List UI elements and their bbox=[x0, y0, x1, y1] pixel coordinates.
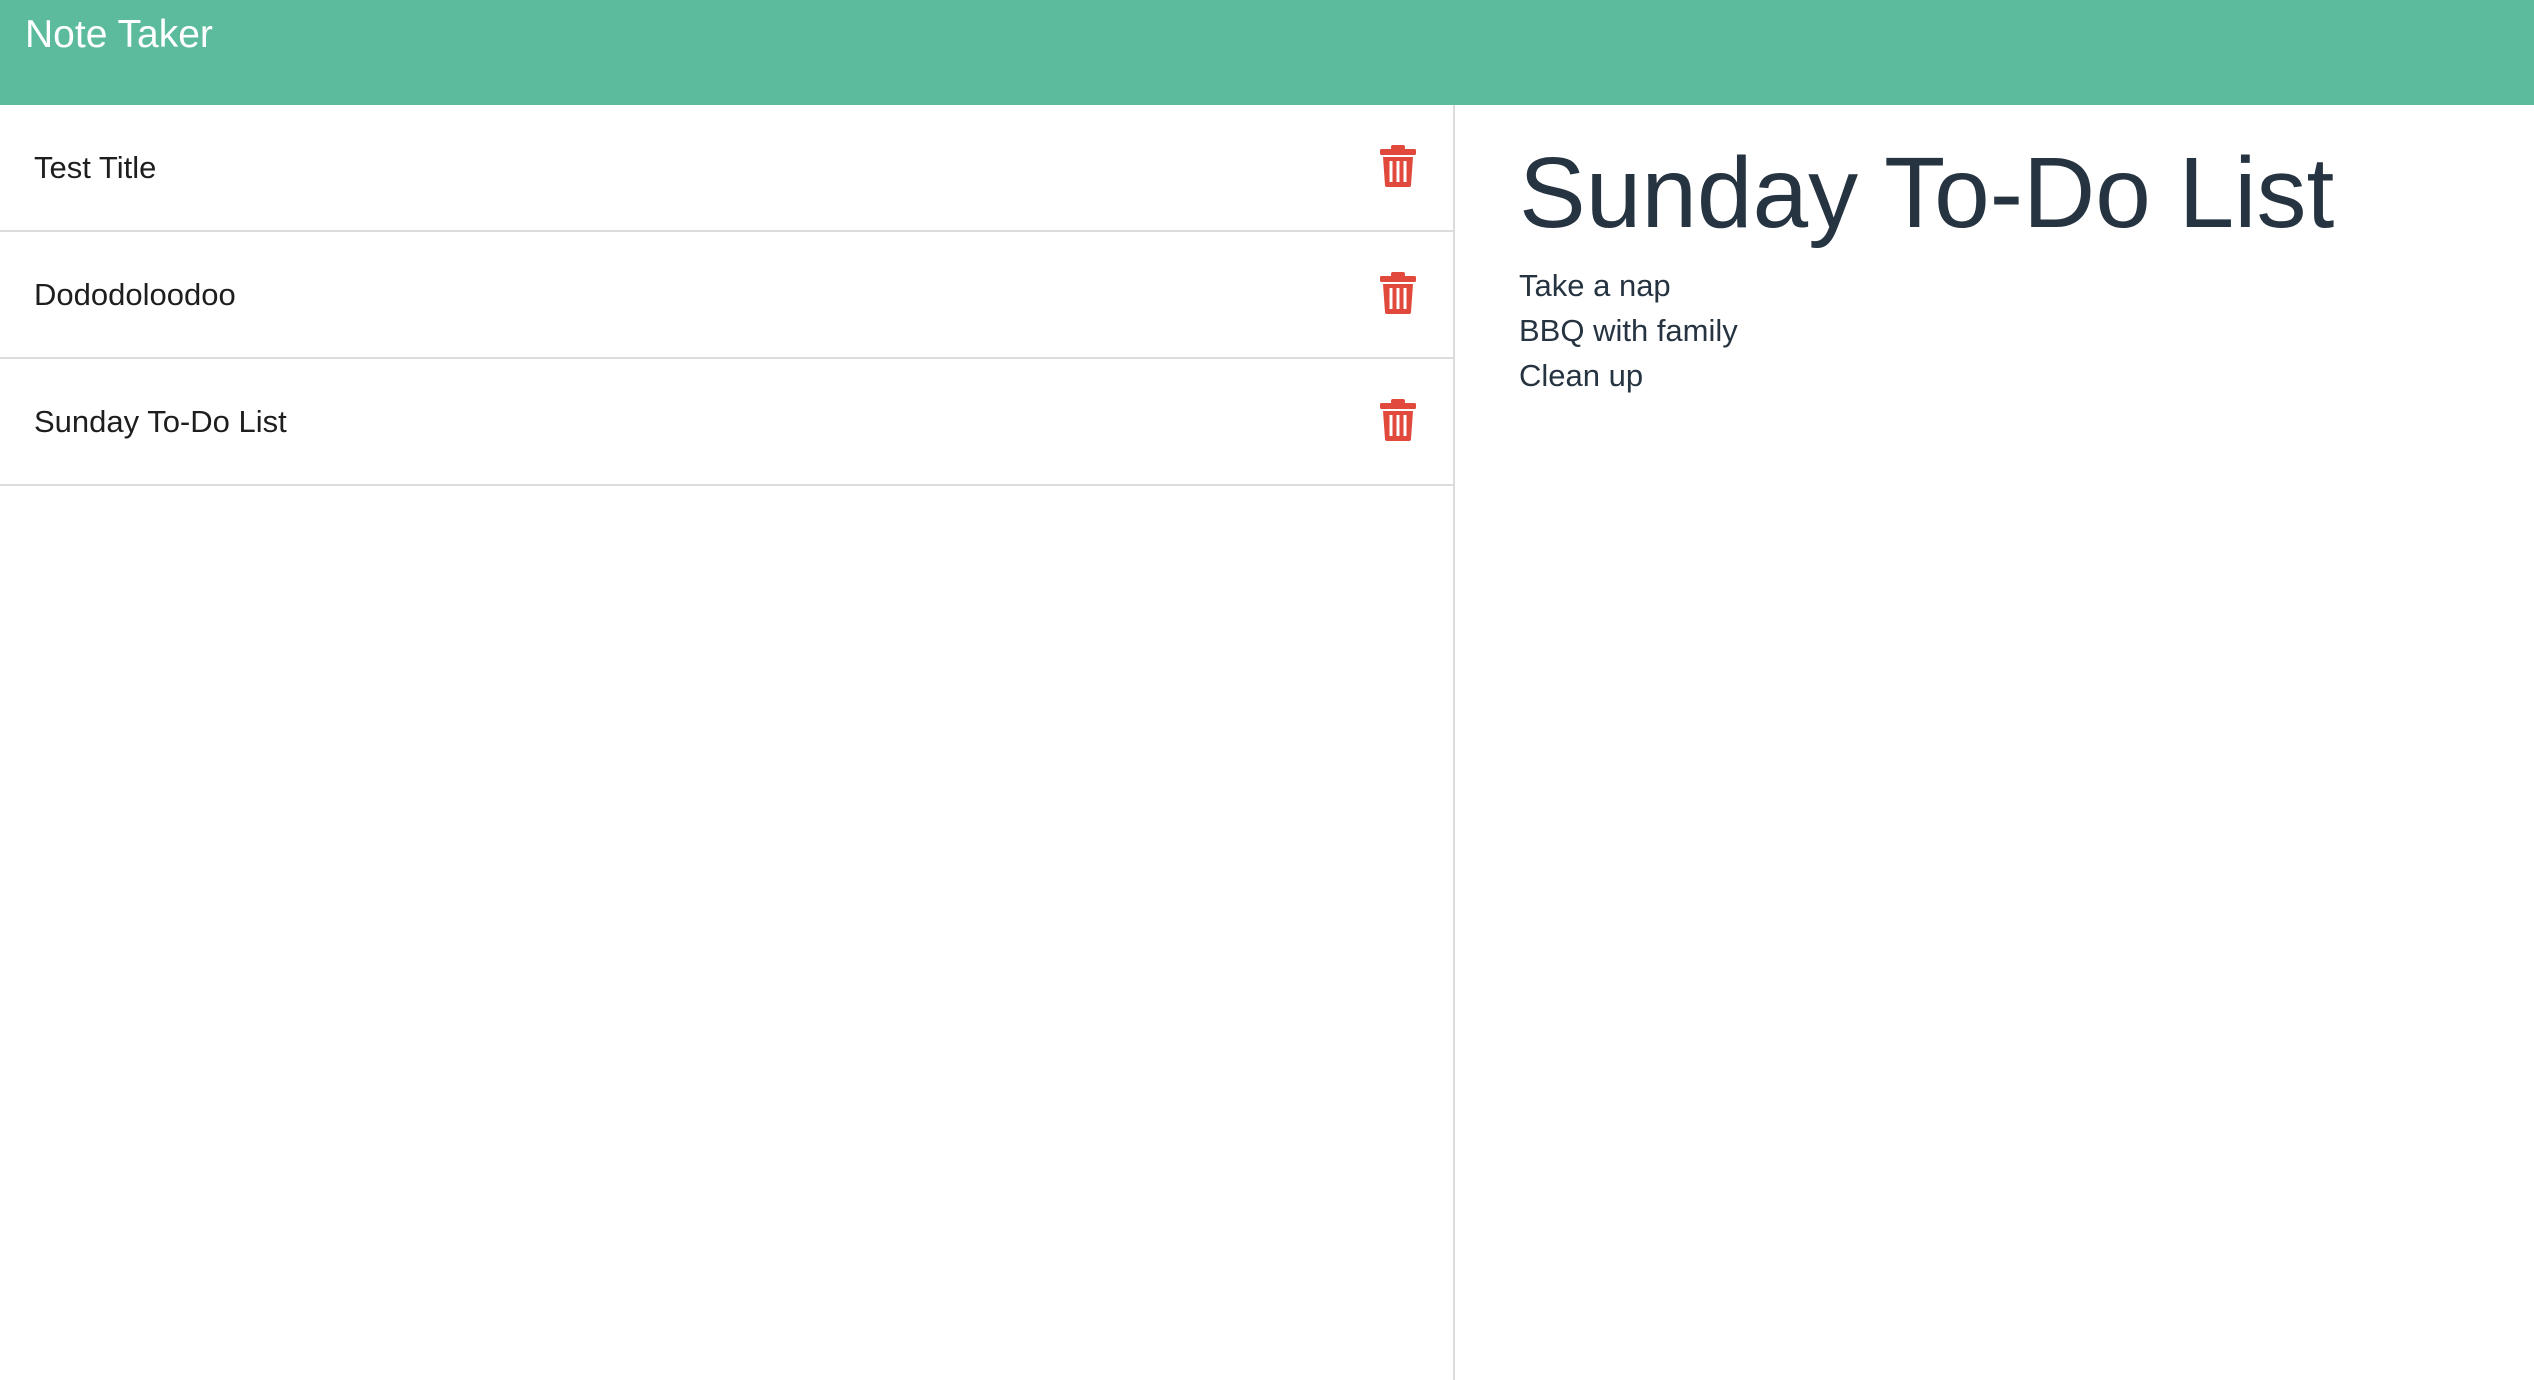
trash-icon[interactable] bbox=[1378, 399, 1418, 441]
note-line: BBQ with family bbox=[1519, 313, 1738, 348]
note-body[interactable]: Take a nap BBQ with family Clean up bbox=[1519, 263, 2479, 398]
note-line: Take a nap bbox=[1519, 268, 1671, 303]
note-item-title: Dododoloodoo bbox=[34, 277, 236, 312]
note-title[interactable]: Sunday To-Do List bbox=[1519, 133, 2334, 253]
note-item-title: Sunday To-Do List bbox=[34, 404, 287, 439]
note-item-title: Test Title bbox=[34, 150, 157, 185]
note-list-panel: Test Title Dododoloodoo Sunday To-Do Lis… bbox=[0, 105, 1455, 1380]
note-item-dododoloodoo[interactable]: Dododoloodoo bbox=[0, 232, 1453, 359]
navbar: Note Taker bbox=[0, 0, 2534, 105]
app-brand[interactable]: Note Taker bbox=[25, 10, 213, 60]
trash-icon[interactable] bbox=[1378, 272, 1418, 314]
note-item-test-title[interactable]: Test Title bbox=[0, 105, 1453, 232]
note-editor: Sunday To-Do List Take a nap BBQ with fa… bbox=[1457, 105, 2534, 1380]
note-line: Clean up bbox=[1519, 358, 1644, 393]
note-list: Test Title Dododoloodoo Sunday To-Do Lis… bbox=[0, 105, 1453, 486]
trash-icon[interactable] bbox=[1378, 145, 1418, 187]
note-item-sunday-to-do-list[interactable]: Sunday To-Do List bbox=[0, 359, 1453, 486]
